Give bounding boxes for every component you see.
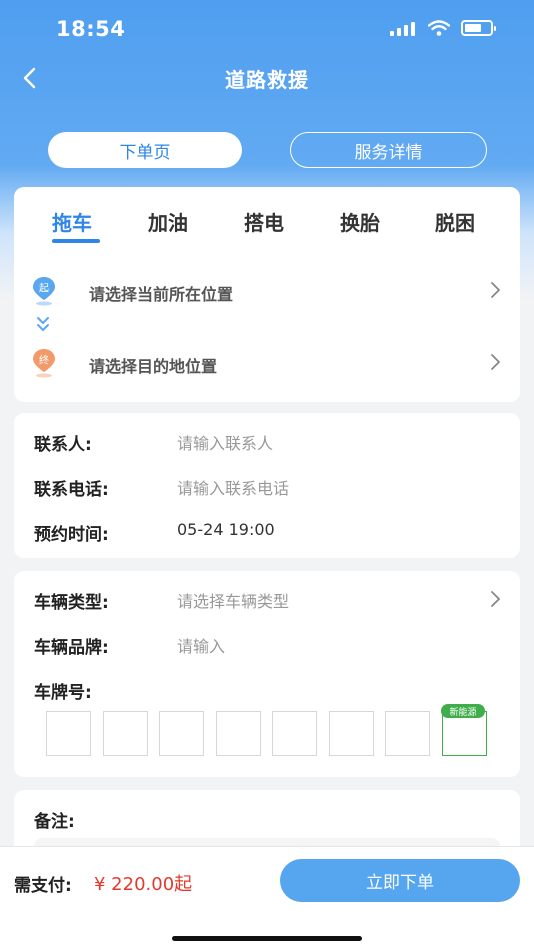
tab-jump-start[interactable]: 搭电 [244, 207, 284, 236]
active-tab-indicator [52, 239, 100, 243]
end-badge-text: 终 [39, 354, 49, 367]
tab-tow[interactable]: 拖车 [52, 207, 92, 236]
new-energy-badge: 新能源 [441, 704, 485, 718]
contact-phone-input[interactable]: 请输入联系电话 [177, 475, 289, 499]
appointment-time-value[interactable]: 05-24 19:00 [177, 520, 275, 539]
vehicle-type-row[interactable]: 车辆类型: 请选择车辆类型 [34, 585, 501, 613]
tab-fuel[interactable]: 加油 [148, 207, 188, 236]
vehicle-brand-input[interactable]: 请输入 [177, 633, 225, 657]
start-badge-text: 起 [39, 283, 49, 295]
double-chevron-down-icon [37, 317, 49, 332]
price-value: ¥ 220.00起 [94, 874, 193, 895]
remarks-label: 备注: [34, 812, 75, 832]
vehicle-brand-label: 车辆品牌: [34, 638, 109, 658]
start-location-row[interactable]: 起 请选择当前所在位置 [14, 275, 520, 307]
checkout-bar: 需支付: ¥ 220.00起 立即下单 [0, 846, 534, 950]
plate-char-box-7[interactable] [385, 711, 430, 756]
destination-location-row[interactable]: 终 请选择目的地位置 [14, 347, 520, 379]
plate-char-box-4[interactable] [216, 711, 261, 756]
end-pin-icon: 终 [33, 349, 55, 378]
plate-number-row: 车牌号: [34, 675, 500, 703]
plate-input-group: 新能源 [46, 704, 506, 757]
destination-location-text: 请选择目的地位置 [89, 357, 218, 376]
tab-tire-change[interactable]: 换胎 [340, 207, 380, 236]
plate-char-box-2[interactable] [103, 711, 148, 756]
vehicle-card: 车辆类型: 请选择车辆类型 车辆品牌: 请输入 车牌号: 新能源 [14, 571, 520, 777]
plate-char-box-1[interactable] [46, 711, 91, 756]
chevron-right-icon [491, 591, 501, 607]
order-page-tab[interactable]: 下单页 [48, 132, 242, 168]
vehicle-type-select[interactable]: 请选择车辆类型 [177, 588, 289, 612]
start-pin-icon: 起 [33, 277, 55, 306]
vehicle-brand-row[interactable]: 车辆品牌: 请输入 [34, 630, 500, 658]
place-order-button[interactable]: 立即下单 [280, 859, 520, 902]
plate-number-label: 车牌号: [34, 683, 92, 703]
contact-name-row[interactable]: 联系人: 请输入联系人 [34, 427, 500, 455]
plate-char-box-6[interactable] [329, 711, 374, 756]
battery-icon [461, 20, 496, 36]
contact-phone-row[interactable]: 联系电话: 请输入联系电话 [34, 472, 500, 500]
wifi-icon [428, 20, 450, 36]
vehicle-type-label: 车辆类型: [34, 593, 109, 613]
plate-char-box-new-energy[interactable]: 新能源 [441, 704, 487, 756]
chevron-right-icon [491, 354, 501, 370]
page-title: 道路救援 [225, 68, 309, 92]
service-card: 拖车 加油 搭电 换胎 脱困 起 请选择当前所在位置 终 请选择目的地位置 [14, 187, 520, 402]
status-bar: 18:54 [0, 0, 534, 58]
contact-phone-label: 联系电话: [34, 480, 109, 500]
contact-card: 联系人: 请输入联系人 联系电话: 请输入联系电话 预约时间: 05-24 19… [14, 413, 520, 558]
plate-char-box-3[interactable] [159, 711, 204, 756]
service-details-tab[interactable]: 服务详情 [290, 132, 487, 168]
plate-char-box-5[interactable] [272, 711, 317, 756]
contact-name-label: 联系人: [34, 435, 92, 455]
tab-unstuck[interactable]: 脱困 [435, 207, 475, 236]
appointment-time-row[interactable]: 预约时间: 05-24 19:00 [34, 517, 500, 545]
contact-name-input[interactable]: 请输入联系人 [177, 430, 273, 454]
remarks-row: 备注: [34, 804, 500, 832]
chevron-right-icon [491, 282, 501, 298]
start-location-text: 请选择当前所在位置 [89, 285, 234, 304]
pay-label: 需支付: [14, 876, 72, 896]
appointment-time-label: 预约时间: [34, 525, 109, 545]
status-time: 18:54 [56, 17, 126, 41]
home-indicator[interactable] [172, 936, 362, 941]
cellular-signal-icon [390, 22, 418, 36]
